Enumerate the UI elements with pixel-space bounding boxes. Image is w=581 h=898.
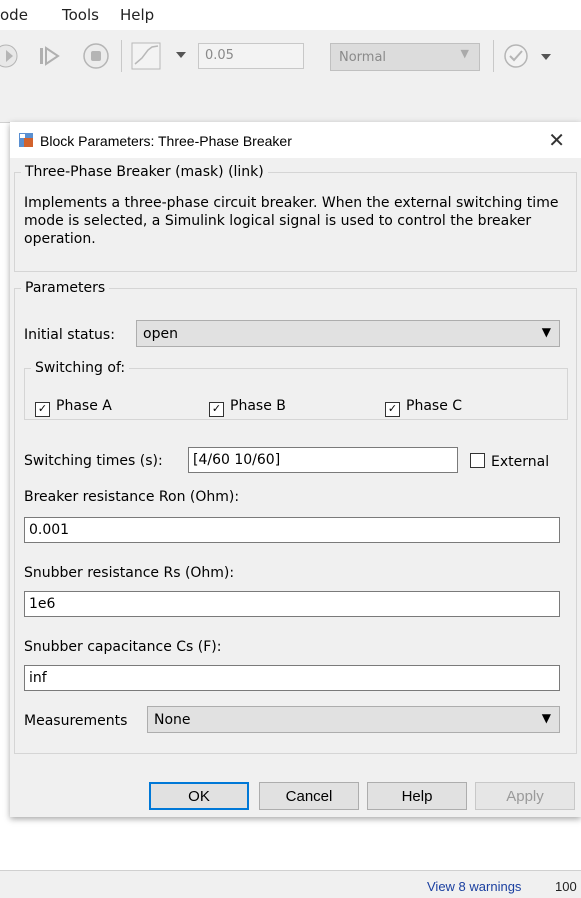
sim-mode-value: Normal bbox=[339, 50, 387, 65]
chevron-down-icon: ▼ bbox=[541, 325, 551, 339]
chevron-down-icon[interactable] bbox=[540, 52, 552, 62]
cs-label: Snubber capacitance Cs (F): bbox=[24, 639, 222, 655]
step-forward-icon[interactable] bbox=[38, 45, 62, 67]
checkbox-check-icon: ✓ bbox=[385, 402, 400, 417]
block-parameters-dialog: Block Parameters: Three-Phase Breaker ✕ … bbox=[10, 122, 581, 817]
dialog-titlebar: Block Parameters: Three-Phase Breaker ✕ bbox=[10, 122, 581, 158]
checkbox-check-icon: ✓ bbox=[35, 402, 50, 417]
scope-icon[interactable] bbox=[130, 40, 164, 72]
initial-status-label: Initial status: bbox=[24, 327, 115, 343]
stop-time-input[interactable]: 0.05 bbox=[198, 43, 304, 69]
ok-button[interactable]: OK bbox=[149, 782, 249, 810]
phase-c-checkbox[interactable]: ✓ Phase C bbox=[385, 398, 462, 417]
mask-legend: Three-Phase Breaker (mask) (link) bbox=[25, 164, 264, 180]
status-bar: View 8 warnings 100 bbox=[0, 870, 581, 898]
menu-tools[interactable]: Tools bbox=[62, 6, 99, 24]
chevron-down-icon: ▼ bbox=[460, 47, 469, 60]
ron-input[interactable]: 0.001 bbox=[24, 517, 560, 543]
phase-b-label: Phase B bbox=[230, 398, 286, 414]
checkbox-empty-icon bbox=[470, 453, 485, 468]
zoom-level: 100 bbox=[555, 879, 577, 894]
switching-times-input[interactable]: [4/60 10/60] bbox=[188, 447, 458, 473]
measurements-select[interactable]: None ▼ bbox=[147, 706, 560, 733]
model-canvas-strip bbox=[0, 82, 581, 123]
apply-button[interactable]: Apply bbox=[475, 782, 575, 810]
measurements-value: None bbox=[154, 712, 191, 728]
toolbar-separator bbox=[493, 40, 494, 72]
phase-a-label: Phase A bbox=[56, 398, 112, 414]
menu-help[interactable]: Help bbox=[120, 6, 154, 24]
chevron-down-icon[interactable] bbox=[175, 50, 187, 60]
phase-b-checkbox[interactable]: ✓ Phase B bbox=[209, 398, 286, 417]
measurements-label: Measurements bbox=[24, 713, 128, 729]
menubar: ode Tools Help bbox=[0, 0, 581, 30]
block-description: Implements a three-phase circuit breaker… bbox=[24, 195, 559, 247]
phase-c-label: Phase C bbox=[406, 398, 463, 414]
help-button[interactable]: Help bbox=[367, 782, 467, 810]
toolbar-separator bbox=[121, 40, 122, 72]
cs-input[interactable]: inf bbox=[24, 665, 560, 691]
rs-input[interactable]: 1e6 bbox=[24, 591, 560, 617]
external-checkbox[interactable]: External bbox=[470, 453, 549, 470]
external-label: External bbox=[491, 454, 550, 470]
chevron-down-icon: ▼ bbox=[541, 711, 551, 725]
close-icon[interactable]: ✕ bbox=[548, 128, 565, 152]
switching-times-label: Switching times (s): bbox=[24, 453, 163, 469]
switching-of-legend: Switching of: bbox=[35, 360, 126, 376]
step-back-icon[interactable] bbox=[0, 40, 20, 72]
ron-label: Breaker resistance Ron (Ohm): bbox=[24, 489, 240, 505]
stop-icon[interactable] bbox=[80, 40, 112, 72]
cancel-button[interactable]: Cancel bbox=[259, 782, 359, 810]
view-warnings-link[interactable]: View 8 warnings bbox=[427, 879, 521, 894]
check-icon[interactable] bbox=[502, 42, 530, 70]
initial-status-value: open bbox=[143, 326, 178, 342]
dialog-title: Block Parameters: Three-Phase Breaker bbox=[40, 133, 292, 149]
sim-mode-select[interactable]: Normal ▼ bbox=[330, 43, 480, 71]
parameters-legend: Parameters bbox=[25, 280, 106, 296]
initial-status-select[interactable]: open ▼ bbox=[136, 320, 560, 347]
simulink-block-icon bbox=[19, 133, 33, 147]
rs-label: Snubber resistance Rs (Ohm): bbox=[24, 565, 235, 581]
menu-code[interactable]: ode bbox=[0, 6, 28, 24]
phase-a-checkbox[interactable]: ✓ Phase A bbox=[35, 398, 112, 417]
checkbox-check-icon: ✓ bbox=[209, 402, 224, 417]
